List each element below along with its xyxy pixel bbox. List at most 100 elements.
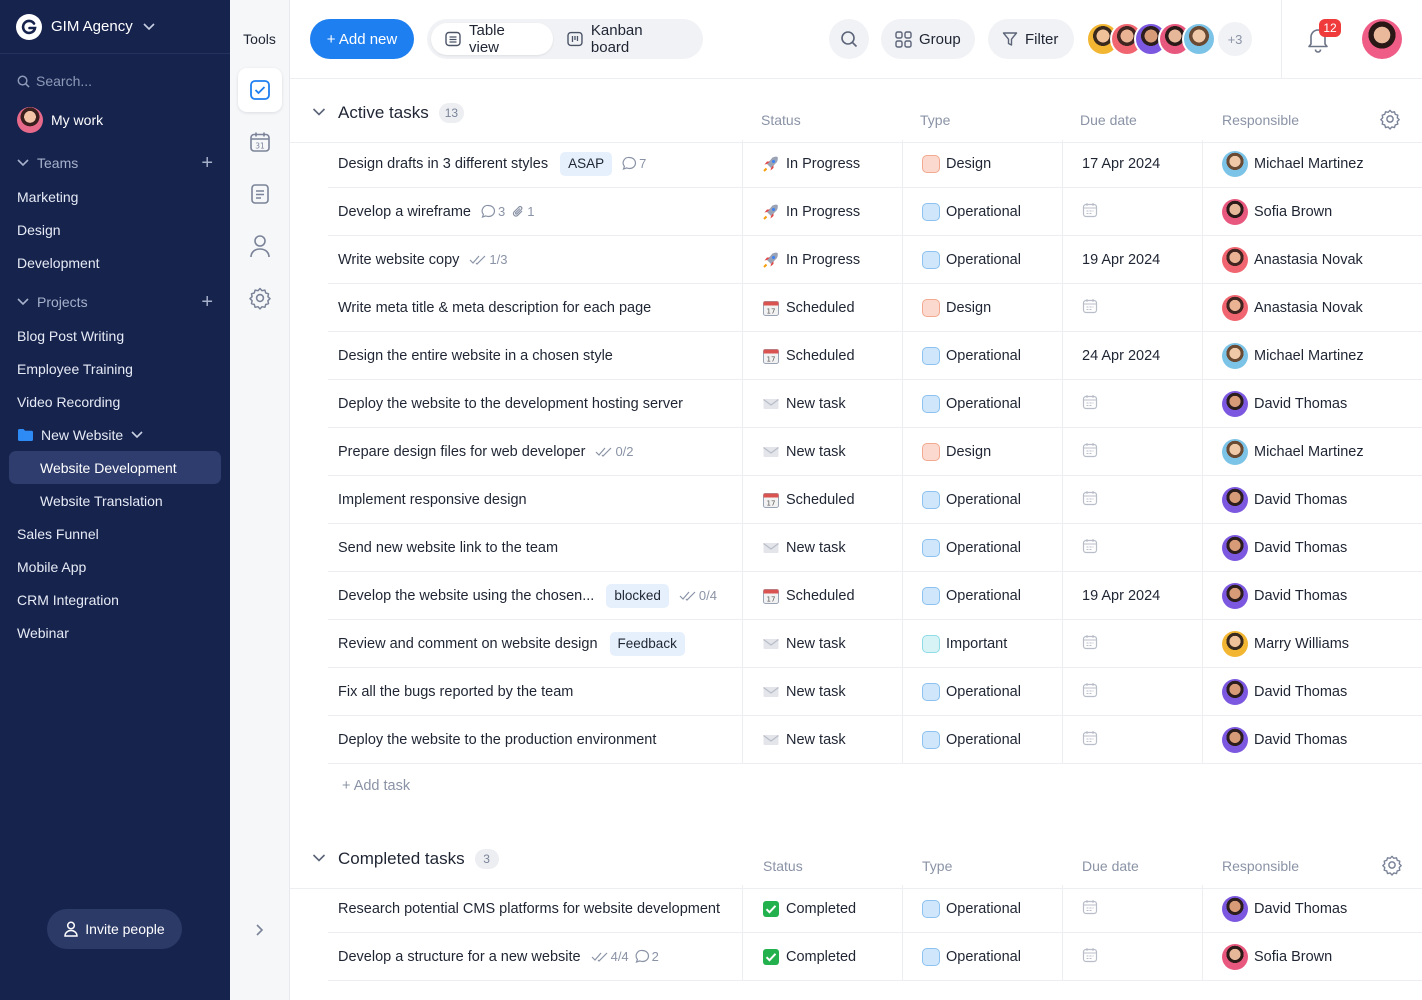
task-cell[interactable]: Prepare design files for web developer 0/… [338, 428, 742, 475]
status-cell[interactable]: 17 Scheduled [742, 476, 902, 523]
status-cell[interactable]: New task [742, 620, 902, 667]
table-row[interactable]: Fix all the bugs reported by the team New… [328, 668, 1422, 716]
due-date-empty[interactable] [1082, 947, 1098, 967]
responsible-cell[interactable]: Marry Williams [1202, 620, 1422, 667]
due-date-cell[interactable]: 24 Apr 2024 [1062, 332, 1202, 379]
status-cell[interactable]: New task [742, 524, 902, 571]
tool-docs[interactable] [238, 172, 282, 216]
task-cell[interactable]: Write website copy 1/3 [338, 236, 742, 283]
status-cell[interactable]: New task [742, 380, 902, 427]
type-cell[interactable]: Operational [902, 380, 1062, 427]
due-date-cell[interactable] [1062, 716, 1202, 763]
responsible-cell[interactable]: David Thomas [1202, 668, 1422, 715]
type-cell[interactable]: Operational [902, 668, 1062, 715]
type-cell[interactable]: Operational [902, 572, 1062, 619]
responsible-cell[interactable]: David Thomas [1202, 716, 1422, 763]
sidebar-item-blog-post-writing[interactable]: Blog Post Writing [0, 319, 230, 352]
my-work-link[interactable]: My work [0, 100, 230, 140]
add-task-button[interactable]: + Add task [342, 778, 410, 794]
due-date-empty[interactable] [1082, 490, 1098, 510]
due-date-empty[interactable] [1082, 538, 1098, 558]
column-header-responsible[interactable]: Responsible [1222, 858, 1299, 874]
status-cell[interactable]: New task [742, 428, 902, 475]
task-cell[interactable]: Fix all the bugs reported by the team [338, 668, 742, 715]
type-cell[interactable]: Operational [902, 933, 1062, 980]
responsible-cell[interactable]: Sofia Brown [1202, 188, 1422, 235]
table-row[interactable]: Develop the website using the chosen... b… [328, 572, 1422, 620]
due-date-empty[interactable] [1082, 682, 1098, 702]
due-date-cell[interactable] [1062, 524, 1202, 571]
sidebar-item-mobile-app[interactable]: Mobile App [0, 550, 230, 583]
tool-calendar[interactable]: 31 [238, 120, 282, 164]
table-row[interactable]: Design drafts in 3 different styles ASAP 7… [328, 140, 1422, 188]
due-date[interactable]: 19 Apr 2024 [1082, 588, 1160, 604]
workspace-switcher[interactable]: GIM Agency [0, 0, 230, 54]
tab-table-view[interactable]: Table view [431, 22, 553, 56]
due-date-empty[interactable] [1082, 442, 1098, 462]
chevron-down-icon[interactable] [312, 107, 326, 117]
teams-header[interactable]: Teams + [0, 146, 230, 180]
table-row[interactable]: Send new website link to the team New tas… [328, 524, 1422, 572]
group-button[interactable]: Group [881, 19, 975, 59]
invite-people-button[interactable]: Invite people [47, 909, 182, 949]
column-header-type[interactable]: Type [922, 858, 952, 874]
due-date[interactable]: 17 Apr 2024 [1082, 156, 1160, 172]
type-cell[interactable]: Operational [902, 885, 1062, 932]
due-date-cell[interactable] [1062, 885, 1202, 932]
table-row[interactable]: Design the entire website in a chosen st… [328, 332, 1422, 380]
table-row[interactable]: Deploy the website to the production env… [328, 716, 1422, 764]
tab-kanban-board[interactable]: Kanban board [553, 22, 699, 56]
responsible-cell[interactable]: David Thomas [1202, 380, 1422, 427]
due-date-empty[interactable] [1082, 730, 1098, 750]
responsible-cell[interactable]: Michael Martinez [1202, 428, 1422, 475]
task-cell[interactable]: Deploy the website to the development ho… [338, 380, 742, 427]
table-row[interactable]: Develop a structure for a new website 4/4… [328, 933, 1422, 981]
due-date-cell[interactable] [1062, 668, 1202, 715]
type-cell[interactable]: Operational [902, 524, 1062, 571]
task-cell[interactable]: Deploy the website to the production env… [338, 716, 742, 763]
type-cell[interactable]: Design [902, 284, 1062, 331]
status-cell[interactable]: 17 Scheduled [742, 332, 902, 379]
column-header-responsible[interactable]: Responsible [1222, 112, 1299, 128]
task-tag[interactable]: blocked [606, 583, 669, 608]
type-cell[interactable]: Operational [902, 188, 1062, 235]
type-cell[interactable]: Important [902, 620, 1062, 667]
task-cell[interactable]: Develop a structure for a new website 4/4… [338, 933, 742, 980]
tool-settings[interactable] [238, 276, 282, 320]
more-members-count[interactable]: +3 [1218, 22, 1252, 56]
status-cell[interactable]: 17 Scheduled [742, 284, 902, 331]
column-header-type[interactable]: Type [920, 112, 950, 128]
sidebar-item-website-development[interactable]: Website Development [9, 451, 221, 484]
current-user-avatar[interactable] [1362, 19, 1402, 59]
responsible-cell[interactable]: David Thomas [1202, 524, 1422, 571]
sidebar-item-webinar[interactable]: Webinar [0, 616, 230, 649]
due-date-cell[interactable] [1062, 428, 1202, 475]
projects-header[interactable]: Projects + [0, 285, 230, 319]
due-date-cell[interactable] [1062, 188, 1202, 235]
sidebar-item-video-recording[interactable]: Video Recording [0, 385, 230, 418]
type-cell[interactable]: Design [902, 140, 1062, 187]
due-date-cell[interactable] [1062, 620, 1202, 667]
sidebar-item-employee-training[interactable]: Employee Training [0, 352, 230, 385]
task-cell[interactable]: Review and comment on website design Feed… [338, 620, 742, 667]
due-date-cell[interactable] [1062, 476, 1202, 523]
table-row[interactable]: Write website copy 1/3 In Progress Operatio… [328, 236, 1422, 284]
sidebar-item-design[interactable]: Design [0, 213, 230, 246]
type-cell[interactable]: Operational [902, 716, 1062, 763]
type-cell[interactable]: Operational [902, 332, 1062, 379]
due-date-empty[interactable] [1082, 202, 1098, 222]
team-avatars[interactable]: +3 [1086, 21, 1252, 57]
tool-people[interactable] [238, 224, 282, 268]
filter-button[interactable]: Filter [988, 19, 1074, 59]
due-date[interactable]: 19 Apr 2024 [1082, 252, 1160, 268]
expand-panel-icon[interactable] [252, 923, 266, 942]
table-row[interactable]: Prepare design files for web developer 0/… [328, 428, 1422, 476]
column-header-status[interactable]: Status [761, 112, 801, 128]
add-team-icon[interactable]: + [201, 153, 213, 173]
status-cell[interactable]: 17 Scheduled [742, 572, 902, 619]
task-tag[interactable]: ASAP [560, 151, 613, 176]
responsible-cell[interactable]: Sofia Brown [1202, 933, 1422, 980]
tool-tasks[interactable] [237, 68, 282, 112]
type-cell[interactable]: Operational [902, 476, 1062, 523]
column-header-status[interactable]: Status [763, 858, 803, 874]
